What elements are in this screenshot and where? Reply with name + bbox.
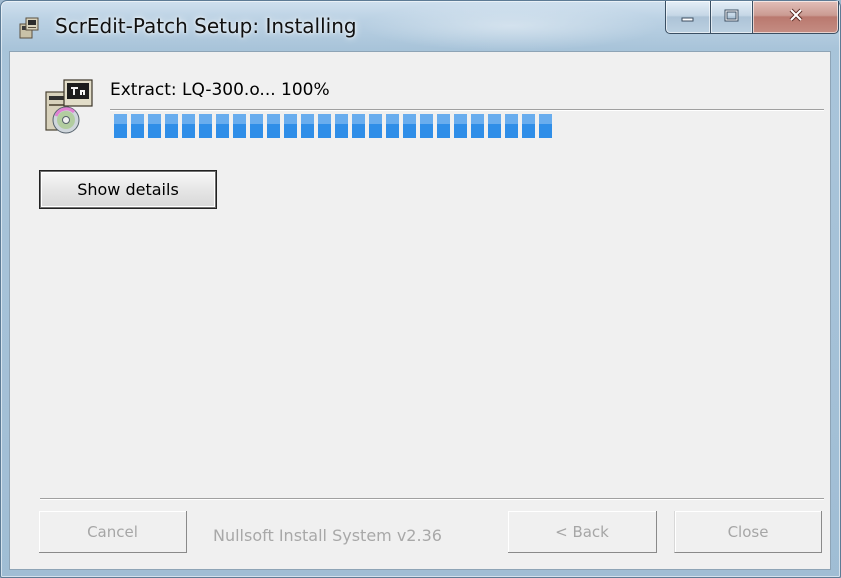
progress-fill bbox=[114, 114, 552, 138]
status-text: Extract: LQ-300.o... 100% bbox=[110, 80, 330, 100]
caption-buttons bbox=[665, 1, 839, 35]
window-title: ScrEdit-Patch Setup: Installing bbox=[55, 14, 357, 38]
installer-app-icon[interactable] bbox=[17, 16, 41, 40]
close-icon bbox=[787, 7, 805, 27]
minimize-button[interactable] bbox=[665, 1, 711, 34]
close-button[interactable]: Close bbox=[674, 511, 822, 553]
cancel-button[interactable]: Cancel bbox=[39, 511, 187, 553]
footer-divider bbox=[40, 498, 824, 500]
installer-branding: Nullsoft Install System v2.36 bbox=[213, 526, 442, 545]
minimize-icon bbox=[680, 8, 696, 27]
show-details-button[interactable]: Show details bbox=[39, 170, 217, 209]
title-bar[interactable]: ScrEdit-Patch Setup: Installing bbox=[1, 1, 840, 51]
status-divider bbox=[110, 109, 824, 111]
back-button[interactable]: < Back bbox=[508, 511, 657, 553]
installer-disk-icon bbox=[40, 78, 96, 138]
close-window-button[interactable] bbox=[753, 1, 839, 34]
maximize-button[interactable] bbox=[711, 1, 753, 34]
installer-window: ScrEdit-Patch Setup: Installing Extract:… bbox=[0, 0, 841, 578]
installer-client-area: Extract: LQ-300.o... 100% Show details C… bbox=[9, 51, 831, 570]
progress-bar bbox=[110, 112, 824, 140]
maximize-icon bbox=[724, 8, 740, 27]
